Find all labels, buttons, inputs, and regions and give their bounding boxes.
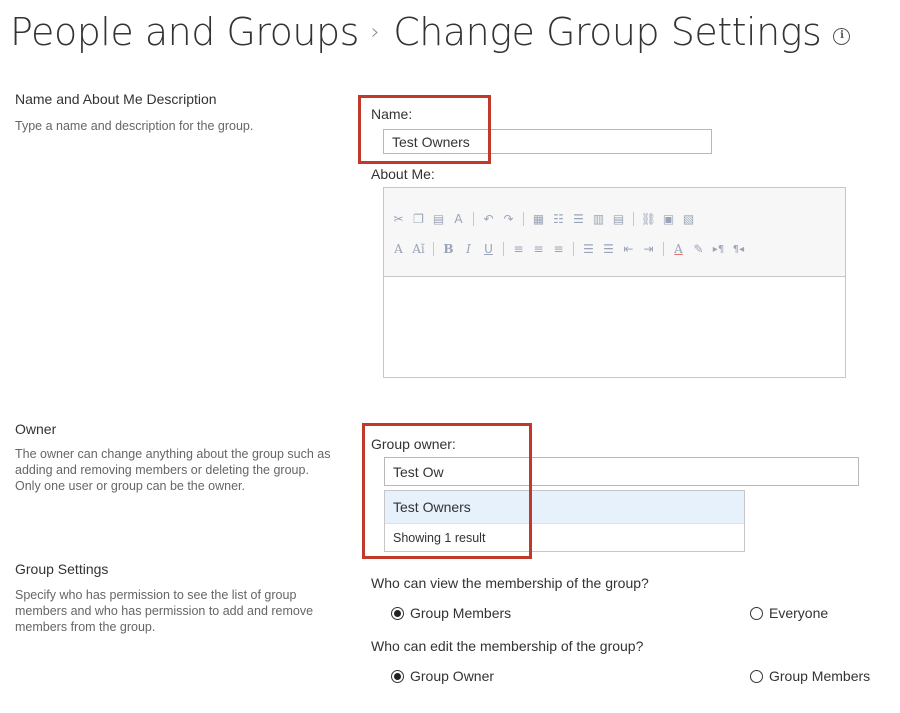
breadcrumb-parent[interactable]: People and Groups [10,10,359,54]
font-size-icon[interactable]: Aǐ [410,241,427,258]
edit-option-label: Group Owner [410,668,495,684]
align-right-icon[interactable]: ≡ [550,241,567,258]
view-option-group-members[interactable]: Group Members [391,605,511,621]
radio-unselected-icon[interactable] [750,606,763,620]
owner-section-title: Owner [15,421,57,437]
owner-highlight-box [362,423,532,559]
view-option-everyone[interactable]: Everyone [750,605,828,621]
insert-column-icon[interactable]: ▤ [610,211,627,228]
rtl-icon[interactable]: ¶◂ [730,241,747,258]
font-color-a-icon[interactable]: A [390,241,407,258]
italic-icon[interactable]: I [460,241,477,258]
toolbar-divider [503,242,504,256]
toolbar-row-1: ✂ ❐ ▤ A ↶ ↷ ▦ ☷ ☰ ▥ ▤ ⛓ ▣ ▧ [390,208,697,230]
radio-selected-icon[interactable] [391,606,404,620]
view-option-label: Everyone [769,605,829,621]
toolbar-divider [573,242,574,256]
about-me-text-area[interactable] [384,276,845,377]
numbered-list-icon[interactable]: ☰ [580,241,597,258]
name-highlight-box [358,95,491,164]
ltr-icon[interactable]: ▸¶ [710,241,727,258]
cut-icon[interactable]: ✂ [390,211,407,228]
edit-option-label: Group Members [769,668,871,684]
about-me-editor: ✂ ❐ ▤ A ↶ ↷ ▦ ☷ ☰ ▥ ▤ ⛓ ▣ ▧ A Aǐ B I U ≡ [383,187,846,378]
align-left-icon[interactable]: ≡ [510,241,527,258]
bold-icon[interactable]: B [440,241,457,258]
radio-selected-icon[interactable] [391,669,404,683]
undo-icon[interactable]: ↶ [480,211,497,228]
redo-icon[interactable]: ↷ [500,211,517,228]
breadcrumb-current: Change Group Settings [393,10,822,54]
view-option-label: Group Members [410,605,512,621]
group-settings-description: Specify who has permission to see the li… [15,588,314,634]
align-center-icon[interactable]: ≡ [530,241,547,258]
toolbar-divider [473,212,474,226]
toolbar-divider [663,242,664,256]
bulleted-list-icon[interactable]: ☰ [600,241,617,258]
bullets-style-icon[interactable]: ☷ [550,211,567,228]
view-membership-question: Who can view the membership of the group… [371,575,649,591]
info-icon[interactable]: i [833,27,851,45]
copy-icon[interactable]: ❐ [410,211,427,228]
table-icon[interactable]: ▦ [530,211,547,228]
breadcrumb-separator-icon: › [370,19,380,45]
paste-icon[interactable]: ▤ [430,211,447,228]
insert-row-icon[interactable]: ▥ [590,211,607,228]
highlight-icon[interactable]: ✎ [690,241,707,258]
spellcheck-icon[interactable]: A [450,211,467,228]
embed-icon[interactable]: ▧ [680,211,697,228]
underline-icon[interactable]: U [480,241,497,258]
radio-unselected-icon[interactable] [750,669,763,683]
editor-toolbar: ✂ ❐ ▤ A ↶ ↷ ▦ ☷ ☰ ▥ ▤ ⛓ ▣ ▧ A Aǐ B I U ≡ [384,188,845,277]
toolbar-divider [633,212,634,226]
name-section-description: Type a name and description for the grou… [15,119,254,133]
about-me-label: About Me: [371,166,435,182]
toolbar-divider [523,212,524,226]
toolbar-row-2: A Aǐ B I U ≡ ≡ ≡ ☰ ☰ ⇤ ⇥ A ✎ ▸¶ ¶◂ [390,238,747,260]
page-title: People and Groups › Change Group Setting… [10,6,851,58]
edit-option-group-members[interactable]: Group Members [750,668,870,684]
numbering-style-icon[interactable]: ☰ [570,211,587,228]
increase-indent-icon[interactable]: ⇥ [640,241,657,258]
group-settings-title: Group Settings [15,561,109,577]
link-icon[interactable]: ⛓ [640,211,657,228]
image-icon[interactable]: ▣ [660,211,677,228]
toolbar-divider [433,242,434,256]
decrease-indent-icon[interactable]: ⇤ [620,241,637,258]
owner-section-description: The owner can change anything about the … [15,447,331,493]
edit-option-group-owner[interactable]: Group Owner [391,668,494,684]
edit-membership-question: Who can edit the membership of the group… [371,638,644,654]
text-color-icon[interactable]: A [670,241,687,258]
name-section-title: Name and About Me Description [15,91,217,107]
